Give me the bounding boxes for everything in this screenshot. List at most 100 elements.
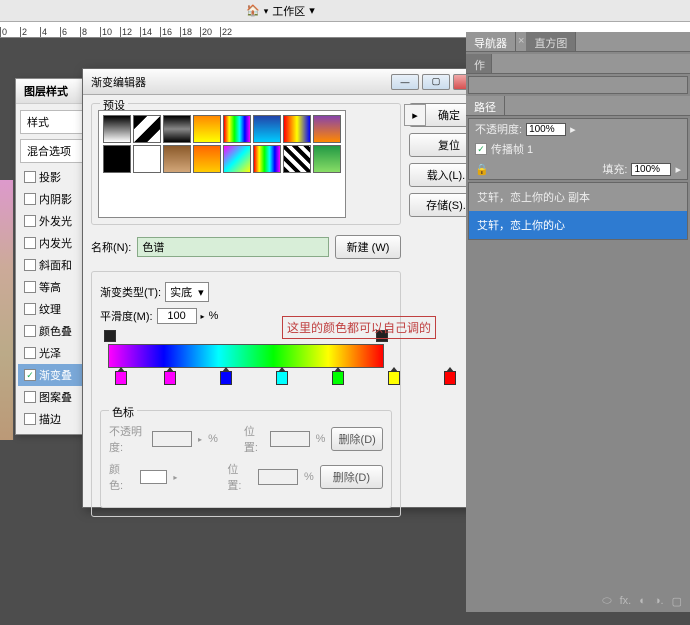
canvas-preview-edge	[0, 180, 14, 440]
adjustment-icon[interactable]: ◑.	[654, 595, 664, 608]
ruler-tick: 14	[140, 27, 160, 37]
opacity-input[interactable]	[152, 431, 192, 447]
gradient-preset[interactable]	[313, 145, 341, 173]
style-label: 外发光	[39, 213, 72, 229]
stops-label: 色标	[109, 404, 137, 420]
style-checkbox[interactable]	[24, 237, 36, 249]
maximize-button[interactable]: ▢	[422, 74, 450, 90]
style-checkbox[interactable]	[24, 281, 36, 293]
gradient-preset[interactable]	[283, 145, 311, 173]
ruler-tick: 20	[200, 27, 220, 37]
style-checkbox[interactable]	[24, 413, 36, 425]
gradient-preset[interactable]	[253, 145, 281, 173]
color-stop[interactable]	[115, 371, 127, 385]
gradient-preset[interactable]	[133, 145, 161, 173]
gradient-preset[interactable]	[163, 145, 191, 173]
gradient-type-select[interactable]: 实底 ▾	[165, 282, 209, 302]
color-stop[interactable]	[332, 371, 344, 385]
opacity-field[interactable]	[526, 123, 566, 136]
style-label: 内发光	[39, 235, 72, 251]
gradient-preset[interactable]	[223, 115, 251, 143]
gradient-preset[interactable]	[193, 145, 221, 173]
layer-item[interactable]: 艾轩，恋上你的心	[469, 211, 687, 239]
delete-opacity-button[interactable]: 删除(D)	[331, 427, 383, 451]
style-checkbox[interactable]	[24, 303, 36, 315]
stepper-icon: ▸	[198, 435, 202, 444]
style-checkbox[interactable]	[24, 259, 36, 271]
style-checkbox[interactable]	[24, 325, 36, 337]
color-stop[interactable]	[388, 371, 400, 385]
presets-menu-button[interactable]: ▸	[404, 104, 426, 126]
presets-group: 预设 ▸	[91, 103, 401, 225]
gradient-preset[interactable]	[103, 115, 131, 143]
position-label: 位置:	[227, 461, 252, 493]
color-chip[interactable]	[140, 470, 168, 484]
smoothness-input[interactable]	[157, 308, 197, 324]
color-stop[interactable]	[276, 371, 288, 385]
color-stop[interactable]	[164, 371, 176, 385]
chevron-down-icon	[264, 5, 269, 17]
stepper-icon[interactable]: ▸	[201, 312, 205, 321]
style-checkbox[interactable]	[24, 193, 36, 205]
color-stop[interactable]	[444, 371, 456, 385]
gradient-preset[interactable]	[313, 115, 341, 143]
workspace-icon: 🏠	[246, 4, 260, 17]
tab-histogram[interactable]: 直方图	[526, 32, 576, 51]
delete-color-button[interactable]: 删除(D)	[320, 465, 383, 489]
titlebar[interactable]: 渐变编辑器 — ▢ ✕	[83, 69, 497, 95]
gradient-preset[interactable]	[223, 145, 251, 173]
style-label: 光泽	[39, 345, 61, 361]
style-checkbox[interactable]	[24, 171, 36, 183]
minimize-button[interactable]: —	[391, 74, 419, 90]
tab-navigator[interactable]: 导航器	[466, 32, 516, 51]
gradient-bar[interactable]	[108, 344, 384, 368]
gradient-name-input[interactable]	[137, 237, 329, 257]
position-input[interactable]	[258, 469, 298, 485]
stepper-icon[interactable]: ▸	[675, 163, 681, 176]
percent-label: %	[209, 310, 219, 322]
workspace-selector[interactable]: 🏠 工作区 ▾	[240, 2, 321, 20]
ruler-tick: 8	[80, 27, 100, 37]
gradient-preset[interactable]	[133, 115, 161, 143]
gradient-bar-area[interactable]	[100, 330, 392, 402]
new-button[interactable]: 新建 (W)	[335, 235, 401, 259]
style-label: 等高	[39, 279, 61, 295]
style-checkbox[interactable]	[24, 391, 36, 403]
layer-item[interactable]: 艾轩，恋上你的心 副本	[469, 183, 687, 211]
mask-icon[interactable]: ◐	[639, 595, 646, 608]
style-label: 颜色叠	[39, 323, 72, 339]
folder-icon[interactable]: ▢	[672, 595, 682, 608]
opacity-label: 不透明度:	[475, 121, 522, 137]
chevron-down-icon: ▾	[309, 4, 315, 17]
color-stop[interactable]	[220, 371, 232, 385]
type-label: 渐变类型(T):	[100, 284, 161, 300]
style-checkbox[interactable]	[24, 369, 36, 381]
gradient-preset[interactable]	[163, 115, 191, 143]
ruler-tick: 16	[160, 27, 180, 37]
gradient-preset[interactable]	[283, 115, 311, 143]
style-checkbox[interactable]	[24, 347, 36, 359]
tab-actions[interactable]: 作	[466, 54, 492, 73]
style-checkbox[interactable]	[24, 215, 36, 227]
fill-field[interactable]	[631, 163, 671, 176]
fx-icon[interactable]: fx.	[620, 595, 632, 608]
tab-paths[interactable]: 路径	[466, 96, 505, 115]
lock-icon[interactable]: 🔒	[475, 163, 489, 176]
opacity-stop[interactable]	[104, 330, 116, 342]
ruler-tick: 4	[40, 27, 60, 37]
gradient-preset[interactable]	[253, 115, 281, 143]
stepper-icon: ▸	[173, 473, 177, 482]
ruler-tick: 10	[100, 27, 120, 37]
position-input[interactable]	[270, 431, 310, 447]
style-label: 描边	[39, 411, 61, 427]
propagate-checkbox[interactable]	[475, 143, 487, 155]
ruler-tick: 0	[0, 27, 20, 37]
stepper-icon[interactable]: ▸	[570, 123, 576, 136]
style-label: 内阴影	[39, 191, 72, 207]
chevron-down-icon: ▾	[198, 286, 204, 299]
gradient-preset[interactable]	[193, 115, 221, 143]
style-label: 纹理	[39, 301, 61, 317]
gradient-preset[interactable]	[103, 145, 131, 173]
link-icon[interactable]: ⬭	[602, 595, 611, 608]
gradient-editor-dialog: 渐变编辑器 — ▢ ✕ 预设 ▸ 名称(N): 新建 (W)	[82, 68, 498, 508]
